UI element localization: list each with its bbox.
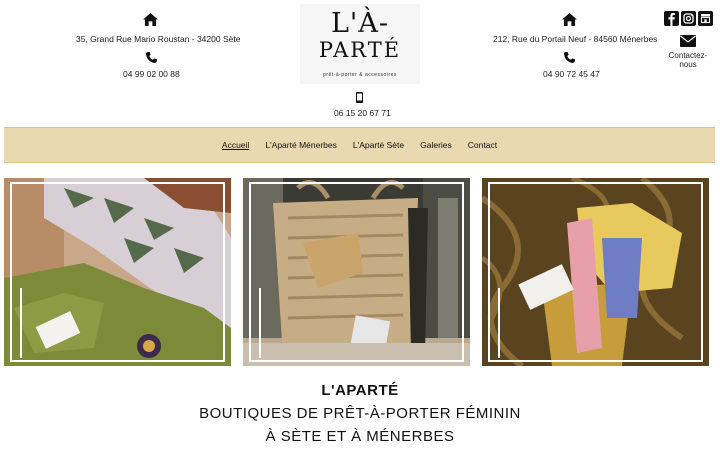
woven-bag-photo[interactable]: [243, 178, 470, 366]
photo-frame: [10, 182, 225, 362]
brand-heading: L'APARTÉ: [321, 382, 399, 399]
phone-icon: [564, 50, 575, 68]
home-icon: [143, 13, 158, 31]
nav-item-sete[interactable]: L'Aparté Sète: [353, 140, 404, 150]
shop-sete-address: 35, Grand Rue Mario Roustan - 34200 Sète: [76, 34, 241, 44]
nav-item-menerbes[interactable]: L'Aparté Ménerbes: [265, 140, 337, 150]
logo[interactable]: L'À- PARTÉ prêt-à-porter & accessoires: [300, 4, 420, 84]
photo-frame-accent: [20, 288, 22, 358]
facebook-icon[interactable]: [664, 11, 679, 26]
nav-item-contact[interactable]: Contact: [468, 140, 497, 150]
photo-frame: [488, 182, 703, 362]
shop-sete-phone[interactable]: 04 99 02 00 88: [123, 69, 180, 79]
nav-item-galeries[interactable]: Galeries: [420, 140, 452, 150]
contact-label-line-1: Contactez-: [668, 51, 708, 60]
main-nav: Accueil L'Aparté Ménerbes L'Aparté Sète …: [4, 127, 715, 163]
instagram-icon[interactable]: [681, 11, 696, 26]
headline-line-2: À SÈTE ET À MÉNERBES: [265, 428, 455, 445]
photo-frame-accent: [259, 288, 261, 358]
mobile-phone-icon: [356, 90, 363, 108]
phone-icon: [146, 50, 157, 68]
scarf-bag-photo[interactable]: [482, 178, 709, 366]
photo-frame: [249, 182, 464, 362]
shop-menerbes-phone[interactable]: 04 90 72 45 47: [543, 69, 600, 79]
logo-tagline: prêt-à-porter & accessoires: [323, 72, 397, 78]
logo-line-1: L'À-: [331, 8, 389, 39]
shop-menerbes-address: 212, Rue du Portail Neuf - 84560 Ménerbe…: [493, 34, 658, 44]
mobile-phone-number[interactable]: 06 15 20 67 71: [334, 108, 391, 118]
nav-item-accueil[interactable]: Accueil: [222, 140, 249, 150]
contact-link[interactable]: Contactez- nous: [664, 51, 712, 69]
photo-frame-accent: [498, 288, 500, 358]
logo-line-2: PARTÉ: [318, 38, 402, 62]
clothing-display-photo[interactable]: [4, 178, 231, 366]
headline-line-1: BOUTIQUES DE PRÊT-À-PORTER FÉMININ: [199, 405, 521, 422]
contact-label-line-2: nous: [679, 60, 697, 69]
home-icon: [562, 13, 577, 31]
store-icon[interactable]: [698, 11, 713, 26]
envelope-icon[interactable]: [680, 34, 696, 52]
